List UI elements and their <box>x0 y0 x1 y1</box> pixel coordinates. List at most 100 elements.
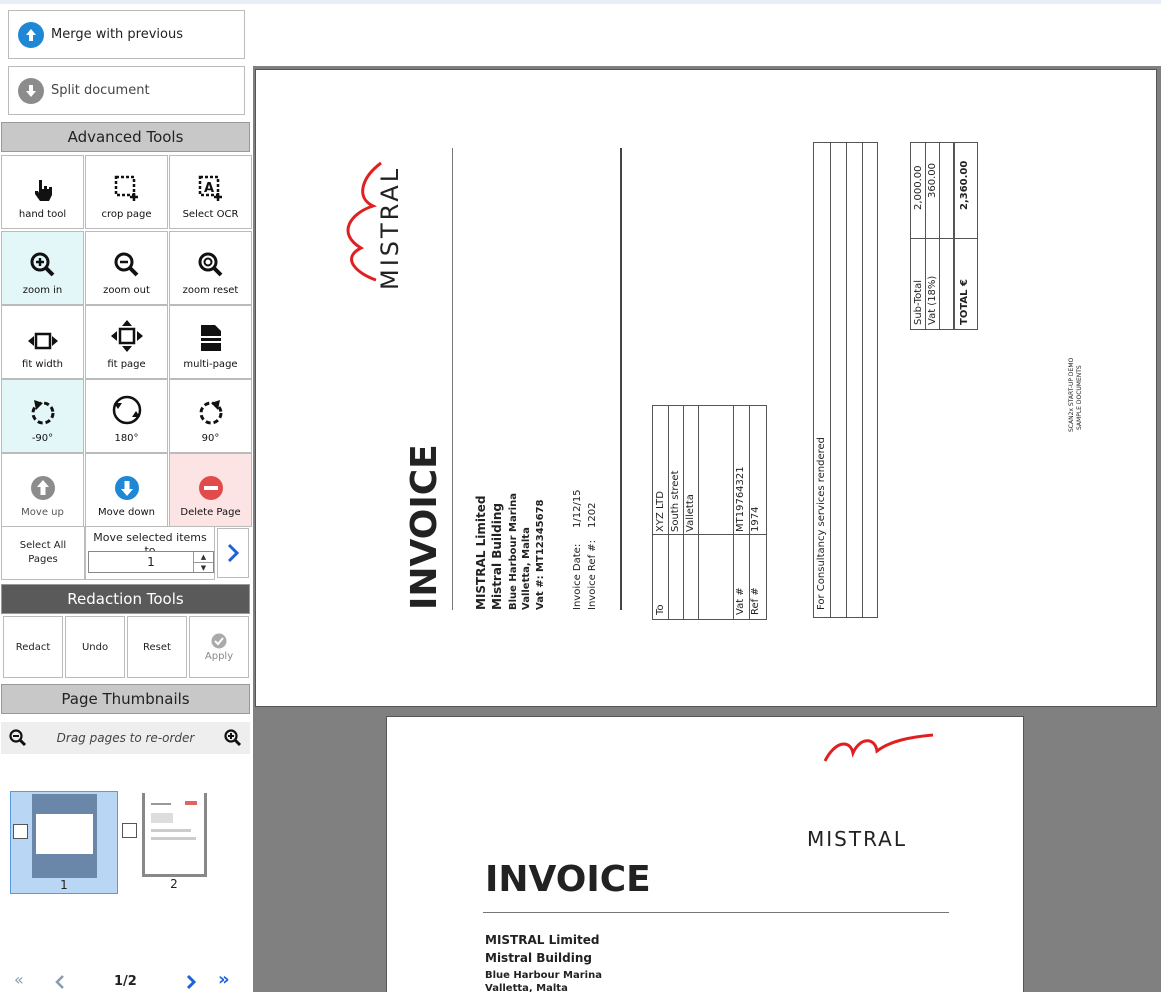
thumbnail-area: 1 2 <box>0 764 253 959</box>
company-street: Blue Harbour Marina <box>508 493 519 610</box>
tool-label: Delete Page <box>180 507 241 518</box>
vat-label: Vat # <box>735 587 746 615</box>
divider <box>483 912 949 913</box>
tool-label: zoom reset <box>182 285 239 296</box>
select-ocr-button[interactable]: A Select OCR <box>169 155 252 229</box>
move-target-value: 1 <box>147 555 155 569</box>
zoom-reset-icon <box>198 252 222 277</box>
reset-button[interactable]: Reset <box>127 616 187 678</box>
tool-label: fit page <box>107 359 146 370</box>
tool-label: 180° <box>114 433 139 444</box>
move-selected-box: Move selected items to 1 ▲▼ <box>85 526 215 580</box>
fit-page-button[interactable]: fit page <box>85 305 168 379</box>
zoom-out-icon <box>114 252 138 277</box>
apply-button[interactable]: Apply <box>189 616 249 678</box>
select-all-pages-button[interactable]: Select All Pages <box>1 526 85 580</box>
hand-icon <box>34 180 52 201</box>
ref-value: 1974 <box>750 506 761 532</box>
company-name: MISTRAL Limited <box>485 933 600 947</box>
zoom-in-icon <box>30 252 54 277</box>
thumbnail-page-1[interactable]: 1 <box>10 791 118 894</box>
arrow-up-icon <box>18 21 44 48</box>
zoom-reset-button[interactable]: zoom reset <box>169 231 252 305</box>
thumbnail-checkbox[interactable] <box>122 823 137 838</box>
merge-with-previous-button[interactable]: Merge with previous <box>8 10 245 59</box>
redact-label: Redact <box>15 641 51 653</box>
apply-label: Apply <box>204 650 234 662</box>
company-vat: Vat #: MT12345678 <box>535 499 546 611</box>
tool-label: Move up <box>21 507 64 518</box>
move-down-button[interactable]: Move down <box>85 453 168 527</box>
redact-button[interactable]: Redact <box>3 616 63 678</box>
document-viewer[interactable]: MISTRAL INVOICE MISTRAL Limited Mistral … <box>253 66 1161 992</box>
pager: « 1/2 » <box>0 966 253 992</box>
watermark-line1: SCAN2x START-UP DEMO <box>1068 357 1075 432</box>
tool-label: fit width <box>22 359 63 370</box>
zoom-out-icon[interactable] <box>9 729 27 747</box>
zoom-in-button[interactable]: zoom in <box>1 231 84 305</box>
invoice-title: INVOICE <box>485 859 651 900</box>
split-document-button[interactable]: Split document <box>8 66 245 115</box>
tool-label: Move down <box>98 507 155 518</box>
to-city: Valletta <box>685 494 696 532</box>
thumbnail-checkbox[interactable] <box>13 824 28 839</box>
crop-page-button[interactable]: crop page <box>85 155 168 229</box>
merge-label: Merge with previous <box>51 27 184 42</box>
rotate-180-icon <box>112 395 141 425</box>
zoom-out-button[interactable]: zoom out <box>85 231 168 305</box>
next-page-icon[interactable] <box>186 974 196 990</box>
select-all-line2: Pages <box>28 554 58 565</box>
divider-thick <box>620 148 622 610</box>
to-street: South street <box>670 470 681 533</box>
tool-label: zoom out <box>103 285 150 296</box>
hand-tool-button[interactable]: hand tool <box>1 155 84 229</box>
first-page-icon[interactable]: « <box>14 970 24 989</box>
page-thumbnails-header: Page Thumbnails <box>1 684 250 714</box>
invoice-date-label: Invoice Date: <box>572 543 583 610</box>
vat18-label: Vat (18%) <box>927 275 938 325</box>
thumbnail-number: 1 <box>60 878 68 892</box>
stepper-up-icon[interactable]: ▲ <box>194 552 213 562</box>
select-all-line1: Select All <box>19 540 67 551</box>
ref-label: Ref # <box>750 587 761 615</box>
tool-label: 90° <box>201 433 220 444</box>
document-page-1: MISTRAL INVOICE MISTRAL Limited Mistral … <box>255 69 1157 707</box>
move-target-stepper[interactable]: 1 ▲ ▼ <box>88 551 214 573</box>
rotate-180-button[interactable]: 180° <box>85 379 168 453</box>
stepper-down-icon[interactable]: ▼ <box>194 562 213 573</box>
undo-label: Undo <box>81 641 109 653</box>
stepper-arrows[interactable]: ▲ ▼ <box>193 552 213 572</box>
multi-page-button[interactable]: multi-page <box>169 305 252 379</box>
prev-page-icon[interactable] <box>55 974 65 990</box>
logo-text: MISTRAL <box>376 165 404 290</box>
delete-page-button[interactable]: Delete Page <box>169 453 252 527</box>
thumbnail-number: 2 <box>170 877 178 891</box>
rotate-right-button[interactable]: 90° <box>169 379 252 453</box>
last-page-icon[interactable]: » <box>218 969 230 990</box>
crop-icon <box>114 175 138 201</box>
company-city: Valletta, Malta <box>485 983 568 992</box>
page-indicator: 1/2 <box>114 974 137 989</box>
tool-label: -90° <box>31 433 54 444</box>
company-street: Blue Harbour Marina <box>485 970 602 981</box>
document-page-2: MISTRAL INVOICE MISTRAL Limited Mistral … <box>386 716 1024 992</box>
invoice-ref-value: 1202 <box>587 502 598 528</box>
tool-label: Select OCR <box>182 209 239 220</box>
mistral-logo-icon <box>823 733 934 762</box>
move-up-button[interactable]: Move up <box>1 453 84 527</box>
move-go-button[interactable] <box>217 528 249 578</box>
fit-width-button[interactable]: fit width <box>1 305 84 379</box>
arrow-up-icon <box>30 476 55 500</box>
rotate-left-button[interactable]: -90° <box>1 379 84 453</box>
split-label: Split document <box>51 83 150 98</box>
watermark-line2: SAMPLE DOCUMENTS <box>1076 365 1083 430</box>
thumbnail-page-2[interactable]: 2 <box>120 791 228 894</box>
rotate-right-icon <box>199 400 222 425</box>
logo-text: MISTRAL <box>807 827 907 851</box>
reset-label: Reset <box>143 641 171 653</box>
zoom-in-icon[interactable] <box>224 729 242 747</box>
delete-icon <box>198 476 223 500</box>
undo-button[interactable]: Undo <box>65 616 125 678</box>
rotate-left-icon <box>31 400 54 425</box>
to-label: To <box>655 604 666 615</box>
